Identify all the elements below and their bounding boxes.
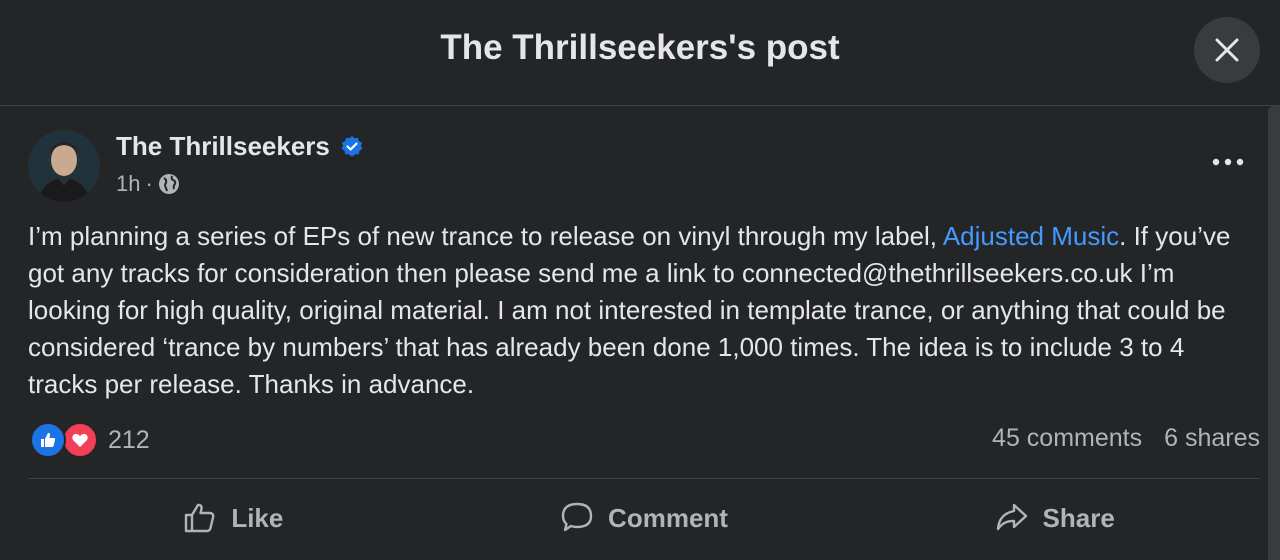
post-text-part1: I’m planning a series of EPs of new tran… [28,221,943,251]
comment-label: Comment [608,502,728,533]
meta-separator: · [145,171,153,196]
divider [28,478,1260,479]
author-name-row: The Thrillseekers [116,131,364,162]
close-button[interactable] [1194,17,1260,83]
comment-button[interactable]: Comment [439,488,850,548]
like-reaction-icon [30,422,66,458]
post-body: I’m planning a series of EPs of new tran… [28,218,1260,403]
share-icon [996,503,1027,531]
engagement-stats: 45 comments 6 shares [992,424,1260,453]
author-name[interactable]: The Thrillseekers [116,131,330,162]
more-options-button[interactable] [1206,148,1250,176]
author-avatar[interactable] [28,130,100,202]
love-reaction-icon [62,422,98,458]
share-label: Share [1042,502,1115,533]
like-label: Like [231,502,284,533]
label-link[interactable]: Adjusted Music [943,221,1119,251]
dialog-title: The Thrillseekers's post [440,28,840,67]
like-button[interactable]: Like [28,488,439,548]
thumbs-up-icon [185,503,215,533]
comments-count-link[interactable]: 45 comments [992,424,1142,453]
share-button[interactable]: Share [849,488,1260,548]
verified-badge-icon [340,135,364,159]
reactions-summary[interactable]: 212 [30,422,150,458]
scrollbar[interactable] [1268,106,1280,560]
globe-icon [158,174,179,194]
close-icon [1215,38,1239,62]
avatar-image [28,130,100,202]
comment-icon [561,502,593,532]
action-bar: Like Comment Share [28,488,1260,548]
reaction-count: 212 [108,425,150,454]
post-meta: 1h · [116,171,180,197]
shares-count-link[interactable]: 6 shares [1164,424,1260,453]
post-time[interactable]: 1h [116,171,140,197]
dialog-header: The Thrillseekers's post [0,0,1280,106]
more-dots-icon [1212,158,1244,166]
